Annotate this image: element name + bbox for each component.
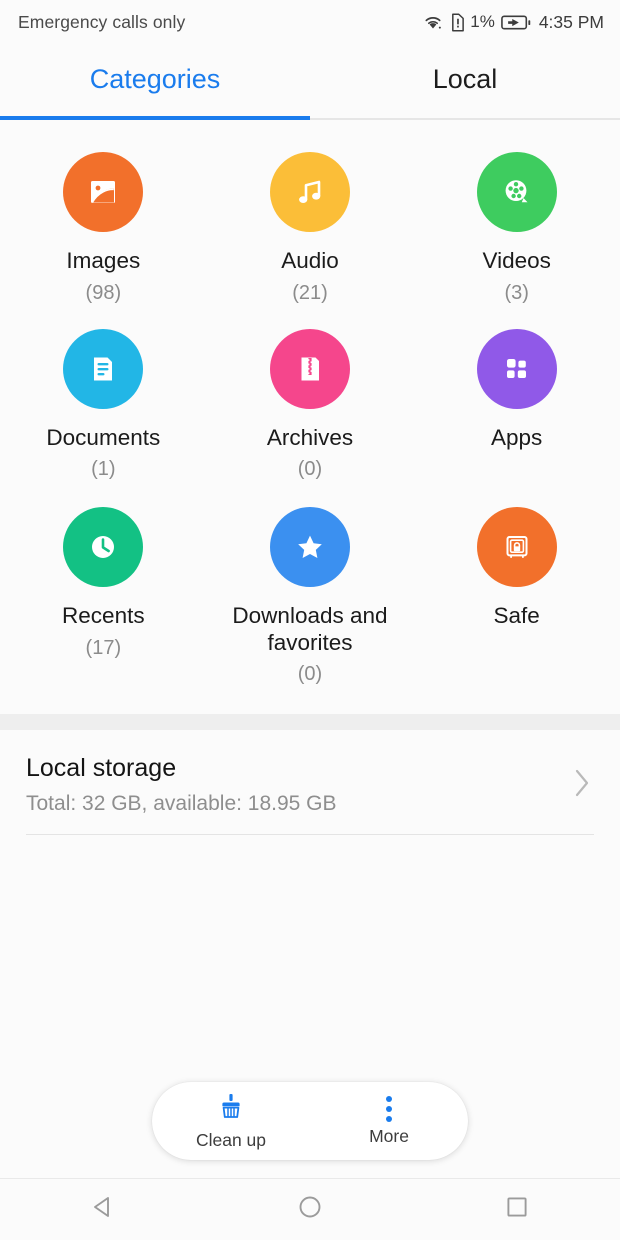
category-item-audio[interactable]: Audio (21)	[207, 142, 414, 319]
category-label: Documents	[46, 424, 161, 450]
tab-categories-label: Categories	[89, 63, 221, 94]
category-item-images[interactable]: Images (98)	[0, 142, 207, 319]
category-label: Videos	[482, 248, 551, 273]
sim-card-alert-icon	[450, 13, 465, 32]
apps-grid-icon	[476, 328, 557, 409]
home-circle-icon	[295, 1192, 325, 1227]
more-button[interactable]: More	[310, 1095, 468, 1147]
category-item-videos[interactable]: Videos (3)	[413, 142, 620, 319]
battery-charging-icon	[500, 14, 531, 31]
back-triangle-icon	[88, 1192, 118, 1227]
nav-home-button[interactable]	[207, 1192, 414, 1227]
category-label: Archives	[266, 424, 354, 450]
overflow-dots-icon	[386, 1095, 392, 1122]
carrier-label: Emergency calls only	[18, 11, 186, 32]
more-label: More	[369, 1125, 409, 1146]
clean-up-button[interactable]: Clean up	[152, 1091, 310, 1151]
status-icons: 1% 4:35 PM	[422, 12, 604, 33]
android-navigation-bar	[0, 1178, 620, 1240]
category-label: Images	[66, 248, 141, 273]
category-item-safe[interactable]: Safe	[413, 495, 620, 700]
local-storage-text: Local storage Total: 32 GB, available: 1…	[26, 754, 572, 816]
tab-categories[interactable]: Categories	[0, 44, 310, 120]
battery-percent-label: 1%	[470, 12, 495, 31]
categories-grid-row3: Recents (17) Downloads and favorites (0)	[0, 495, 620, 700]
local-storage-subtitle: Total: 32 GB, available: 18.95 GB	[26, 792, 337, 816]
section-separator	[0, 714, 620, 731]
wifi-icon	[422, 13, 444, 31]
nav-recents-button[interactable]	[413, 1192, 620, 1227]
empty-content-area	[0, 835, 620, 1082]
safe-lock-icon	[476, 507, 557, 588]
file-manager-screen: Emergency calls only 1% 4:35 PM Categori…	[0, 0, 620, 1240]
tab-bar: Categories Local	[0, 44, 620, 120]
local-storage-title: Local storage	[26, 754, 177, 783]
category-count: (17)	[85, 636, 122, 659]
recents-square-icon	[502, 1192, 532, 1227]
category-item-documents[interactable]: Documents (1)	[0, 319, 207, 496]
category-label: Audio	[281, 248, 339, 273]
clean-up-label: Clean up	[195, 1130, 267, 1150]
categories-grid-container: Images (98) Audio (21) Videos (3) Docume…	[0, 120, 620, 715]
bottom-action-bar: Clean up More	[152, 1082, 468, 1160]
category-label: Downloads and favorites	[232, 603, 388, 655]
storage-section: Local storage Total: 32 GB, available: 1…	[0, 730, 620, 836]
category-item-apps[interactable]: Apps	[413, 319, 620, 496]
category-count: (1)	[91, 458, 116, 481]
clock-icon	[63, 507, 144, 588]
category-item-archives[interactable]: Archives (0)	[207, 319, 414, 496]
category-count: (0)	[297, 458, 323, 481]
film-reel-icon	[476, 152, 557, 232]
tab-local[interactable]: Local	[310, 44, 620, 120]
category-count: (3)	[504, 281, 529, 304]
zip-file-icon	[269, 328, 350, 409]
image-icon	[63, 152, 144, 232]
bottom-action-bar-container: Clean up More	[0, 1082, 620, 1178]
category-label: Recents	[62, 603, 145, 629]
document-icon	[63, 328, 144, 409]
music-note-icon	[269, 152, 350, 232]
category-count: (0)	[297, 663, 323, 686]
category-count: (21)	[292, 281, 328, 304]
category-count: (98)	[85, 281, 122, 304]
tab-local-label: Local	[432, 63, 498, 94]
category-item-recents[interactable]: Recents (17)	[0, 495, 207, 700]
categories-grid: Images (98) Audio (21) Videos (3) Docume…	[0, 142, 620, 495]
star-icon	[269, 507, 350, 588]
category-label: Safe	[493, 603, 540, 629]
nav-back-button[interactable]	[0, 1192, 207, 1227]
status-bar: Emergency calls only 1% 4:35 PM	[0, 0, 620, 44]
broom-icon	[216, 1091, 246, 1126]
clock-label: 4:35 PM	[538, 11, 604, 32]
tab-active-indicator	[0, 116, 310, 120]
chevron-right-icon	[572, 766, 598, 805]
category-item-downloads-and-favorites[interactable]: Downloads and favorites (0)	[207, 495, 414, 700]
local-storage-row[interactable]: Local storage Total: 32 GB, available: 1…	[0, 730, 620, 834]
category-label: Apps	[491, 424, 543, 450]
